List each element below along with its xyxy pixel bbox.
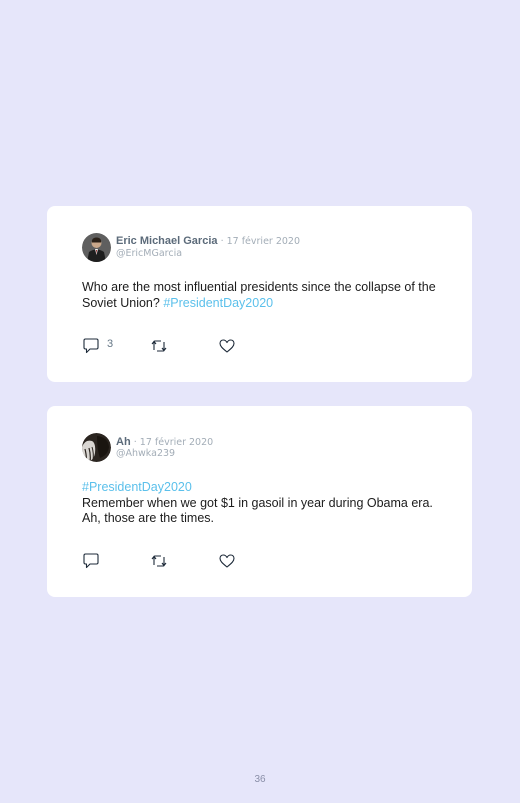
tweet-text: #PresidentDay2020 Remember when we got $… <box>82 480 447 527</box>
post-date[interactable]: · 17 février 2020 <box>221 236 300 247</box>
like-button[interactable] <box>218 552 236 570</box>
tweet-text: Who are the most influential presidents … <box>82 280 447 311</box>
hashtag-link[interactable]: #PresidentDay2020 <box>163 296 273 310</box>
avatar-photo <box>82 233 111 262</box>
tweet-text-content: Remember when we got $1 in gasoil in yea… <box>82 495 433 526</box>
like-button[interactable] <box>218 337 236 355</box>
reply-count: 3 <box>107 338 114 350</box>
avatar[interactable] <box>82 233 111 262</box>
tweet-card: Eric Michael Garcia · 17 février 2020 @E… <box>47 206 472 382</box>
tweet-card: Ah · 17 février 2020 @Ahwka239 #Presiden… <box>47 406 472 597</box>
page-number: 36 <box>254 774 266 785</box>
avatar[interactable] <box>82 433 111 462</box>
retweet-arrows-icon <box>151 555 167 567</box>
tweet-header: Eric Michael Garcia · 17 février 2020 <box>116 234 300 249</box>
retweet-button[interactable] <box>150 552 168 570</box>
author-handle[interactable]: @Ahwka239 <box>116 448 175 460</box>
hashtag-link[interactable]: #PresidentDay2020 <box>82 480 447 496</box>
reply-button[interactable] <box>82 552 100 570</box>
heart-outline-icon <box>219 554 235 568</box>
author-handle[interactable]: @EricMGarcia <box>116 248 182 260</box>
author-name[interactable]: Eric Michael Garcia <box>116 235 218 247</box>
heart-outline-icon <box>219 339 235 353</box>
retweet-button[interactable] <box>150 337 168 355</box>
speech-bubble-icon <box>83 553 99 569</box>
author-name[interactable]: Ah <box>116 436 131 448</box>
speech-bubble-icon <box>83 338 99 354</box>
avatar-photo <box>82 433 111 462</box>
post-date[interactable]: · 17 février 2020 <box>134 437 213 448</box>
retweet-arrows-icon <box>151 340 167 352</box>
reply-button[interactable]: 3 <box>82 337 113 355</box>
